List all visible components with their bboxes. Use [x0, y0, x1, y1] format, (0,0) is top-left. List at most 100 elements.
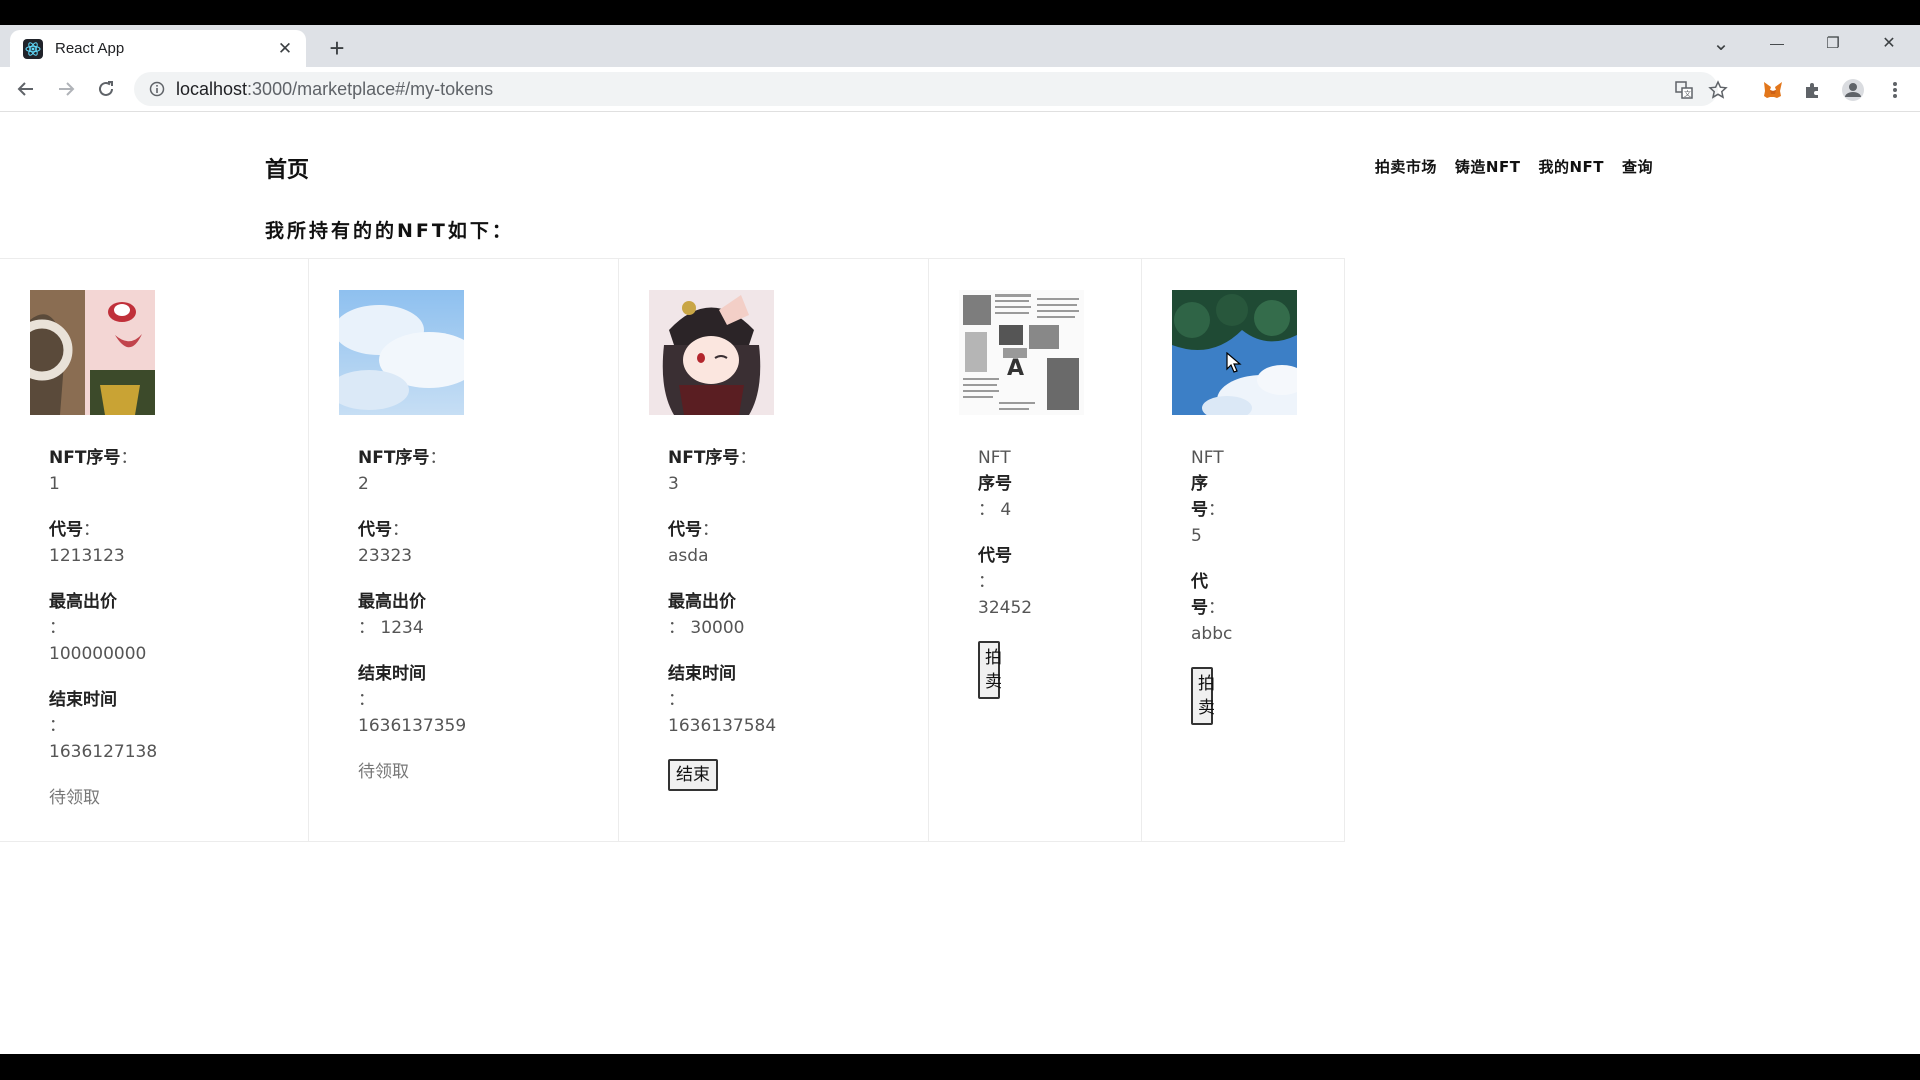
nft-card-list: NFT序号： 1 代号： 1213123 最高出价： 100000000 结束时间： 1…	[0, 258, 1345, 842]
colon: ：	[978, 572, 995, 592]
bid-value: 30000	[690, 618, 745, 638]
tab-search-icon[interactable]: ⌄	[1698, 25, 1744, 61]
end-time-value: 1636137584	[668, 716, 777, 736]
nft-info: NFT 序号 ： 4 代号 ： 32452 拍卖	[978, 445, 1032, 719]
colon: ：	[358, 618, 375, 638]
close-window-icon[interactable]: ✕	[1866, 25, 1912, 61]
code-value: abbc	[1191, 624, 1233, 644]
restore-icon[interactable]: ❐	[1810, 25, 1856, 61]
bid-label: 最高出价	[668, 592, 736, 612]
url-text: localhost:3000/marketplace#/my-tokens	[176, 79, 493, 100]
id-value: 1	[49, 474, 60, 494]
profile-avatar-icon[interactable]	[1840, 77, 1866, 103]
site-info-icon[interactable]	[148, 80, 166, 98]
new-tab-button[interactable]: +	[322, 33, 352, 63]
status-pending-claim: 待领取	[358, 762, 409, 782]
nft-image-newspaper: A	[959, 290, 1084, 415]
id-label: NFT序号	[49, 448, 121, 468]
auction-button[interactable]: 拍卖	[1191, 667, 1215, 725]
colon: ：	[49, 618, 66, 638]
nft-card: A NFT 序号 ： 4 代号 ： 32452 拍卖	[929, 259, 1142, 841]
back-arrow-icon[interactable]	[10, 73, 42, 105]
nft-info: NFT序号： 2 代号： 23323 最高出价： 1234 结束时间： 1636137…	[358, 445, 466, 805]
nav-mint-nft[interactable]: 铸造NFT	[1455, 156, 1521, 177]
mouse-cursor-icon	[1226, 351, 1242, 374]
id-label-part1: 序	[1191, 474, 1208, 494]
id-value: 3	[668, 474, 679, 494]
colon: ：	[120, 448, 138, 468]
tab-strip: React App ✕ + ⌄ — ❐ ✕	[0, 25, 1920, 67]
code-label: 代号	[49, 520, 83, 540]
auction-button-line1: 拍	[985, 648, 1002, 668]
url-path: :3000/marketplace#/my-tokens	[247, 79, 494, 99]
nft-image-sky	[339, 290, 464, 415]
nft-card: NFT 序号： 5 代号： abbc 拍卖	[1142, 259, 1345, 841]
reload-icon[interactable]	[90, 73, 122, 105]
id-label-nft: NFT	[1191, 448, 1224, 468]
forward-arrow-icon[interactable]	[50, 73, 82, 105]
nav-query[interactable]: 查询	[1622, 156, 1653, 177]
colon: ：	[83, 520, 100, 540]
colon: ：	[668, 690, 685, 710]
browser-tab[interactable]: React App ✕	[10, 30, 306, 67]
minimize-icon[interactable]: —	[1754, 25, 1800, 61]
url-host: localhost	[176, 79, 248, 99]
tab-title: React App	[55, 40, 125, 57]
id-label: NFT序号	[668, 448, 740, 468]
top-nav: 拍卖市场 铸造NFT 我的NFT 查询	[1375, 156, 1653, 177]
colon: ：	[358, 690, 375, 710]
bookmark-star-icon[interactable]	[1706, 78, 1730, 102]
page: 首页 拍卖市场 铸造NFT 我的NFT 查询 我所持有的的NFT如下： NFT序…	[0, 112, 1920, 1054]
nav-my-nft[interactable]: 我的NFT	[1538, 156, 1604, 177]
colon: ：	[49, 716, 66, 736]
bid-value: 100000000	[49, 644, 147, 664]
colon: ：	[978, 500, 995, 520]
colon: ：	[392, 520, 409, 540]
code-value: asda	[668, 546, 709, 566]
bid-label: 最高出价	[49, 592, 117, 612]
browser-toolbar: localhost:3000/marketplace#/my-tokens 文	[0, 67, 1920, 112]
metamask-fox-icon[interactable]	[1760, 77, 1786, 103]
nft-image-anime-girl	[30, 290, 155, 415]
id-label-part2: 号	[1191, 500, 1208, 520]
home-link[interactable]: 首页	[265, 152, 309, 184]
svg-text:文: 文	[1684, 89, 1691, 98]
extensions-puzzle-icon[interactable]	[1800, 77, 1826, 103]
address-bar[interactable]: localhost:3000/marketplace#/my-tokens 文	[134, 72, 1728, 106]
react-logo-icon	[23, 38, 43, 59]
more-menu-icon[interactable]	[1882, 77, 1908, 103]
colon: ：	[739, 448, 757, 468]
bid-value: 1234	[380, 618, 424, 638]
id-value: 5	[1191, 526, 1202, 546]
translate-icon[interactable]: 文	[1672, 78, 1696, 102]
auction-button-line2: 卖	[1198, 698, 1215, 718]
tab-close-icon[interactable]: ✕	[273, 37, 297, 61]
id-value: 2	[358, 474, 369, 494]
colon: ：	[668, 618, 685, 638]
end-auction-button[interactable]: 结束	[668, 759, 718, 791]
auction-button-line2: 卖	[985, 672, 1002, 692]
id-label: 序号	[978, 474, 1012, 494]
code-value: 23323	[358, 546, 413, 566]
page-heading: 我所持有的的NFT如下：	[265, 220, 514, 242]
code-label: 代号	[668, 520, 702, 540]
id-label: NFT序号	[358, 448, 430, 468]
end-time-label: 结束时间	[668, 664, 736, 684]
nft-info: NFT 序号： 5 代号： abbc 拍卖	[1191, 445, 1232, 745]
colon: ：	[1208, 598, 1225, 618]
nft-card: NFT序号： 3 代号： asda 最高出价： 30000 结束时间： 1636137…	[619, 259, 929, 841]
status-pending-claim: 待领取	[49, 788, 100, 808]
code-label-part2: 号	[1191, 598, 1208, 618]
end-time-label: 结束时间	[358, 664, 426, 684]
bid-label: 最高出价	[358, 592, 426, 612]
auction-button[interactable]: 拍卖	[978, 641, 1002, 699]
end-time-label: 结束时间	[49, 690, 117, 710]
end-time-value: 1636127138	[49, 742, 158, 762]
end-time-value: 1636137359	[358, 716, 467, 736]
nft-card: NFT序号： 2 代号： 23323 最高出价： 1234 结束时间： 1636137…	[309, 259, 619, 841]
nav-auction-market[interactable]: 拍卖市场	[1375, 156, 1437, 177]
colon: ：	[429, 448, 447, 468]
svg-text:A: A	[1007, 356, 1024, 381]
code-value: 1213123	[49, 546, 125, 566]
colon: ：	[702, 520, 719, 540]
